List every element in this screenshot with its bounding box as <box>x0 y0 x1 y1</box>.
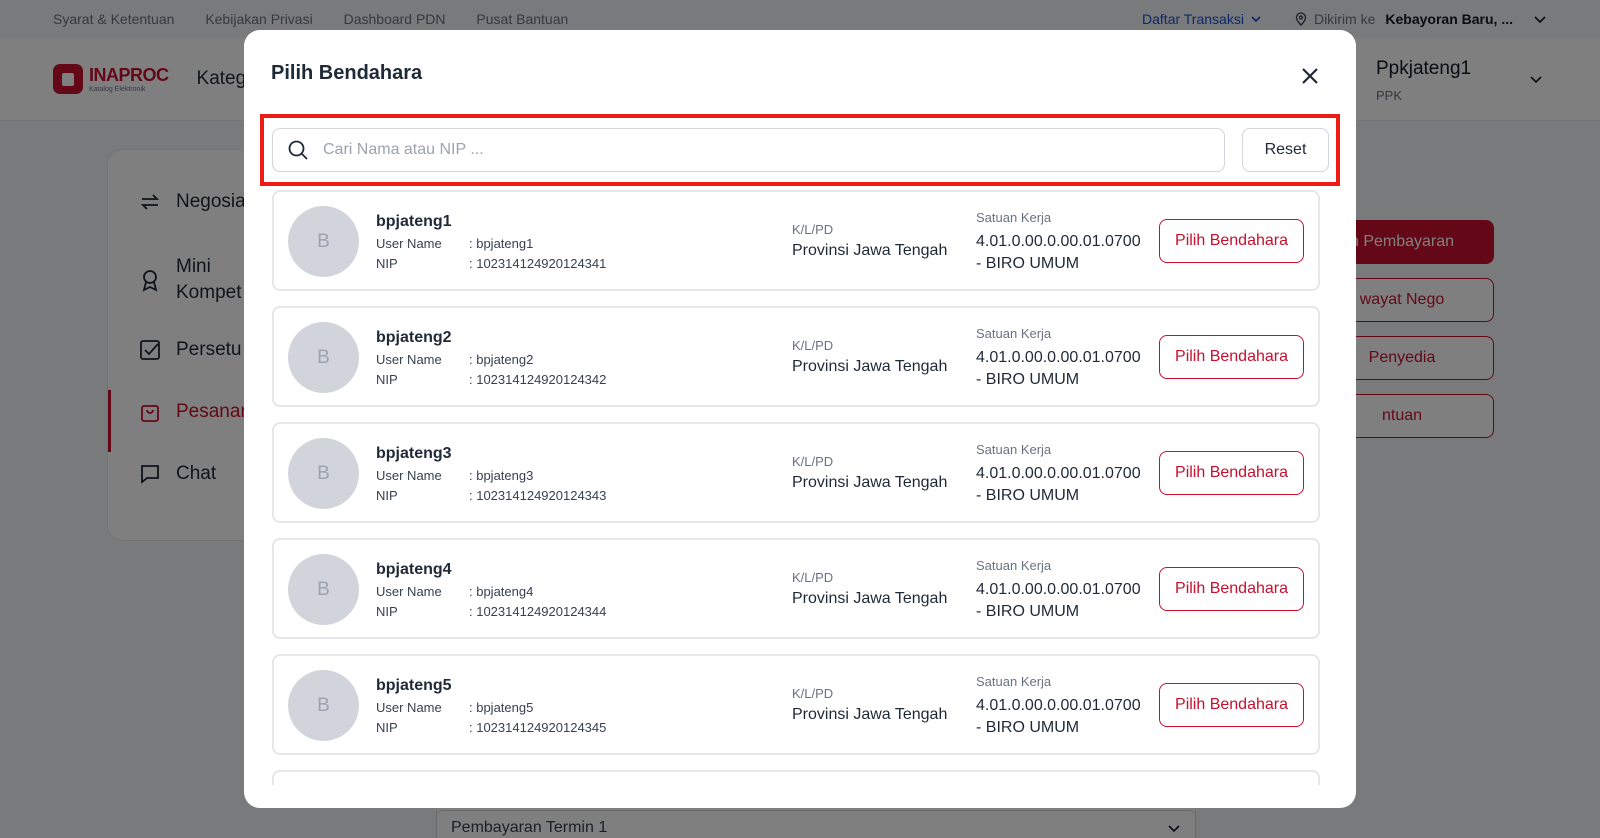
list-item <box>272 770 1320 785</box>
user-name-label: User Name <box>376 584 442 599</box>
bendahara-name: bpjateng5 <box>376 677 452 694</box>
klpd-label: K/L/PD <box>792 570 834 585</box>
bendahara-name: bpjateng2 <box>376 329 452 346</box>
satuan-kerja-label: Satuan Kerja <box>976 326 1052 341</box>
satuan-kerja-label: Satuan Kerja <box>976 674 1052 689</box>
satuan-kerja-value: 4.01.0.00.0.00.01.0700 - BIRO UMUM <box>976 581 1141 620</box>
close-icon[interactable] <box>1298 64 1322 88</box>
nip-value: : 102314124920124342 <box>469 372 607 387</box>
bendahara-name: bpjateng1 <box>376 213 452 230</box>
avatar: B <box>288 438 359 509</box>
satuan-kerja-label: Satuan Kerja <box>976 558 1052 573</box>
klpd-value: Provinsi Jawa Tengah <box>792 474 948 491</box>
list-item: B bpjateng1 User Name : bpjateng1 NIP : 10… <box>272 190 1320 291</box>
user-name-value: : bpjateng5 <box>469 700 534 715</box>
klpd-value: Provinsi Jawa Tengah <box>792 242 948 259</box>
user-name-value: : bpjateng2 <box>469 352 534 367</box>
klpd-value: Provinsi Jawa Tengah <box>792 358 948 375</box>
satuan-kerja-value: 4.01.0.00.0.00.01.0700 - BIRO UMUM <box>976 697 1141 736</box>
klpd-value: Provinsi Jawa Tengah <box>792 590 948 607</box>
user-name-value: : bpjateng4 <box>469 584 534 599</box>
nip-label: NIP <box>376 488 398 503</box>
pilih-bendahara-button[interactable]: Pilih Bendahara <box>1159 219 1304 263</box>
avatar: B <box>288 554 359 625</box>
klpd-value: Provinsi Jawa Tengah <box>792 706 948 723</box>
nip-value: : 102314124920124343 <box>469 488 607 503</box>
list-item: B bpjateng2 User Name : bpjateng2 NIP : 10… <box>272 306 1320 407</box>
pilih-bendahara-modal: Pilih Bendahara Reset B bpjateng1 User N… <box>244 30 1356 808</box>
user-name-label: User Name <box>376 236 442 251</box>
satuan-kerja-label: Satuan Kerja <box>976 442 1052 457</box>
user-name-value: : bpjateng1 <box>469 236 534 251</box>
search-input[interactable] <box>323 141 1183 159</box>
nip-value: : 102314124920124345 <box>469 720 607 735</box>
bendahara-list[interactable]: B bpjateng1 User Name : bpjateng1 NIP : 10… <box>272 190 1320 785</box>
nip-label: NIP <box>376 604 398 619</box>
pilih-bendahara-button[interactable]: Pilih Bendahara <box>1159 683 1304 727</box>
satuan-kerja-value: 4.01.0.00.0.00.01.0700 - BIRO UMUM <box>976 233 1141 272</box>
satuan-kerja-label: Satuan Kerja <box>976 210 1052 225</box>
search-box[interactable] <box>272 128 1225 172</box>
list-item: B bpjateng3 User Name : bpjateng3 NIP : 10… <box>272 422 1320 523</box>
avatar: B <box>288 322 359 393</box>
pilih-bendahara-button[interactable]: Pilih Bendahara <box>1159 567 1304 611</box>
klpd-label: K/L/PD <box>792 686 834 701</box>
nip-label: NIP <box>376 256 398 271</box>
klpd-label: K/L/PD <box>792 338 834 353</box>
list-item: B bpjateng5 User Name : bpjateng5 NIP : 10… <box>272 654 1320 755</box>
nip-label: NIP <box>376 720 398 735</box>
avatar: B <box>288 206 359 277</box>
pilih-bendahara-button[interactable]: Pilih Bendahara <box>1159 451 1304 495</box>
satuan-kerja-value: 4.01.0.00.0.00.01.0700 - BIRO UMUM <box>976 465 1141 504</box>
user-name-label: User Name <box>376 352 442 367</box>
user-name-label: User Name <box>376 700 442 715</box>
modal-title: Pilih Bendahara <box>271 62 423 84</box>
nip-value: : 102314124920124341 <box>469 256 607 271</box>
reset-button[interactable]: Reset <box>1242 128 1329 172</box>
bendahara-name: bpjateng3 <box>376 445 452 462</box>
satuan-kerja-value: 4.01.0.00.0.00.01.0700 - BIRO UMUM <box>976 349 1141 388</box>
nip-value: : 102314124920124344 <box>469 604 607 619</box>
nip-label: NIP <box>376 372 398 387</box>
user-name-label: User Name <box>376 468 442 483</box>
klpd-label: K/L/PD <box>792 454 834 469</box>
list-item: B bpjateng4 User Name : bpjateng4 NIP : 10… <box>272 538 1320 639</box>
klpd-label: K/L/PD <box>792 222 834 237</box>
search-icon <box>288 140 308 160</box>
bendahara-name: bpjateng4 <box>376 561 452 578</box>
avatar: B <box>288 670 359 741</box>
pilih-bendahara-button[interactable]: Pilih Bendahara <box>1159 335 1304 379</box>
user-name-value: : bpjateng3 <box>469 468 534 483</box>
